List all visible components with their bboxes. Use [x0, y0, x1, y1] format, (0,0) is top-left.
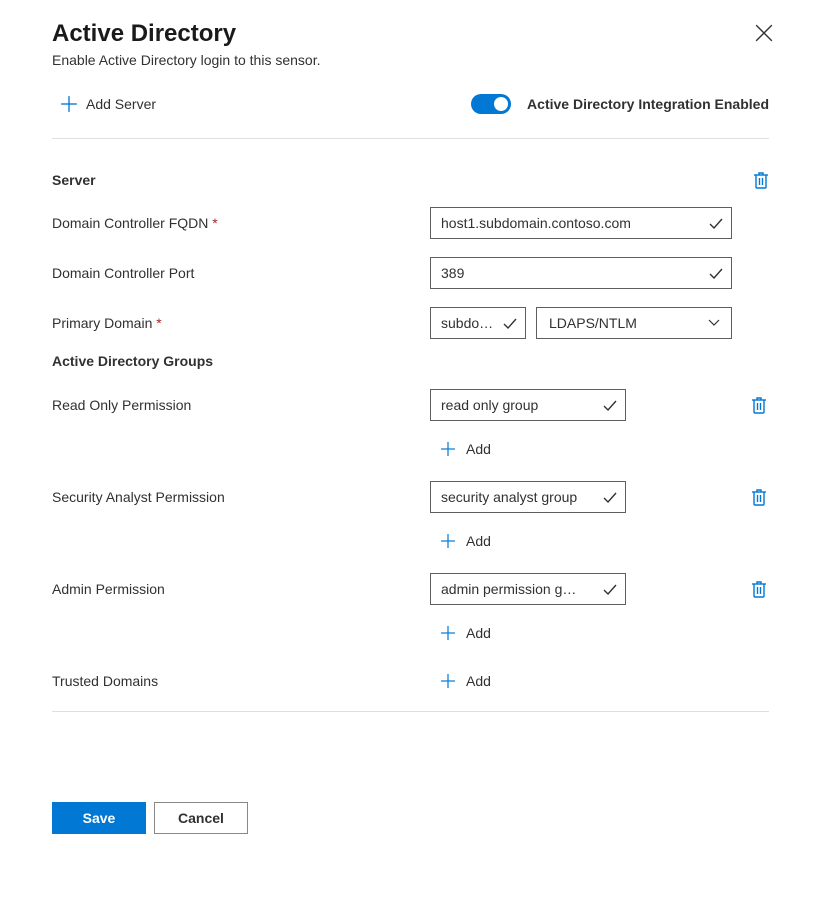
plus-icon	[440, 673, 456, 689]
trash-icon	[751, 488, 767, 506]
fqdn-input-wrap	[430, 207, 732, 239]
delete-analyst-group-button[interactable]	[751, 488, 767, 506]
integration-toggle-wrap: Active Directory Integration Enabled	[471, 94, 769, 114]
plus-icon	[60, 95, 78, 113]
analyst-group-value: security analyst group	[441, 489, 577, 505]
cancel-button[interactable]: Cancel	[154, 802, 248, 834]
admin-permission-row: Admin Permission admin permission g…	[52, 573, 769, 605]
admin-group-value: admin permission g…	[441, 581, 576, 597]
port-input-wrap	[430, 257, 732, 289]
panel-subtitle: Enable Active Directory login to this se…	[52, 52, 769, 68]
save-button[interactable]: Save	[52, 802, 146, 834]
analyst-group-input-wrap: security analyst group	[430, 481, 626, 513]
add-admin-group-button[interactable]: Add	[430, 621, 769, 645]
panel-title: Active Directory	[52, 20, 769, 48]
port-input[interactable]	[430, 257, 732, 289]
plus-icon	[440, 441, 456, 457]
close-button[interactable]	[755, 24, 773, 42]
add-analyst-group-button[interactable]: Add	[430, 529, 769, 553]
auth-method-select[interactable]: LDAPS/NTLM	[536, 307, 732, 339]
readonly-permission-row: Read Only Permission read only group	[52, 389, 769, 421]
primary-domain-input[interactable]	[430, 307, 526, 339]
toolbar-row: Add Server Active Directory Integration …	[52, 94, 769, 139]
plus-icon	[440, 625, 456, 641]
trash-icon	[751, 396, 767, 414]
close-icon	[755, 24, 773, 42]
admin-group-input-wrap: admin permission g…	[430, 573, 626, 605]
primary-domain-row: Primary Domain LDAPS/NTLM	[52, 307, 769, 339]
fqdn-label: Domain Controller FQDN	[52, 215, 430, 231]
admin-group-input[interactable]: admin permission g…	[430, 573, 626, 605]
port-label: Domain Controller Port	[52, 265, 430, 281]
port-row: Domain Controller Port	[52, 257, 769, 289]
trash-icon	[751, 580, 767, 598]
integration-toggle-label: Active Directory Integration Enabled	[527, 96, 769, 112]
add-label: Add	[466, 625, 491, 641]
delete-readonly-group-button[interactable]	[751, 396, 767, 414]
add-readonly-group-button[interactable]: Add	[430, 437, 769, 461]
server-section-header: Server	[52, 171, 769, 189]
trash-icon	[753, 171, 769, 189]
trusted-domains-row: Trusted Domains Add	[52, 669, 769, 712]
delete-server-button[interactable]	[753, 171, 769, 189]
fqdn-row: Domain Controller FQDN	[52, 207, 769, 239]
integration-toggle[interactable]	[471, 94, 511, 114]
add-label: Add	[466, 533, 491, 549]
analyst-permission-label: Security Analyst Permission	[52, 489, 430, 505]
panel-header: Active Directory Enable Active Directory…	[52, 20, 769, 68]
plus-icon	[440, 533, 456, 549]
fqdn-input[interactable]	[430, 207, 732, 239]
primary-domain-inputs: LDAPS/NTLM	[430, 307, 732, 339]
delete-admin-group-button[interactable]	[751, 580, 767, 598]
analyst-permission-row: Security Analyst Permission security ana…	[52, 481, 769, 513]
analyst-group-input[interactable]: security analyst group	[430, 481, 626, 513]
trusted-domains-label: Trusted Domains	[52, 673, 430, 689]
primary-domain-label: Primary Domain	[52, 315, 430, 331]
readonly-group-value: read only group	[441, 397, 538, 413]
footer: Save Cancel	[52, 802, 769, 834]
auth-method-value: LDAPS/NTLM	[549, 315, 637, 331]
add-label: Add	[466, 441, 491, 457]
add-server-label: Add Server	[86, 96, 156, 112]
auth-method-select-wrap: LDAPS/NTLM	[536, 307, 732, 339]
admin-permission-label: Admin Permission	[52, 581, 430, 597]
primary-domain-input-wrap	[430, 307, 526, 339]
readonly-permission-label: Read Only Permission	[52, 397, 430, 413]
add-server-button[interactable]: Add Server	[60, 95, 156, 113]
readonly-group-input[interactable]: read only group	[430, 389, 626, 421]
add-trusted-domain-button[interactable]: Add	[430, 669, 501, 693]
add-label: Add	[466, 673, 491, 689]
server-section-title: Server	[52, 172, 96, 188]
groups-section-title: Active Directory Groups	[52, 353, 769, 369]
readonly-group-input-wrap: read only group	[430, 389, 626, 421]
